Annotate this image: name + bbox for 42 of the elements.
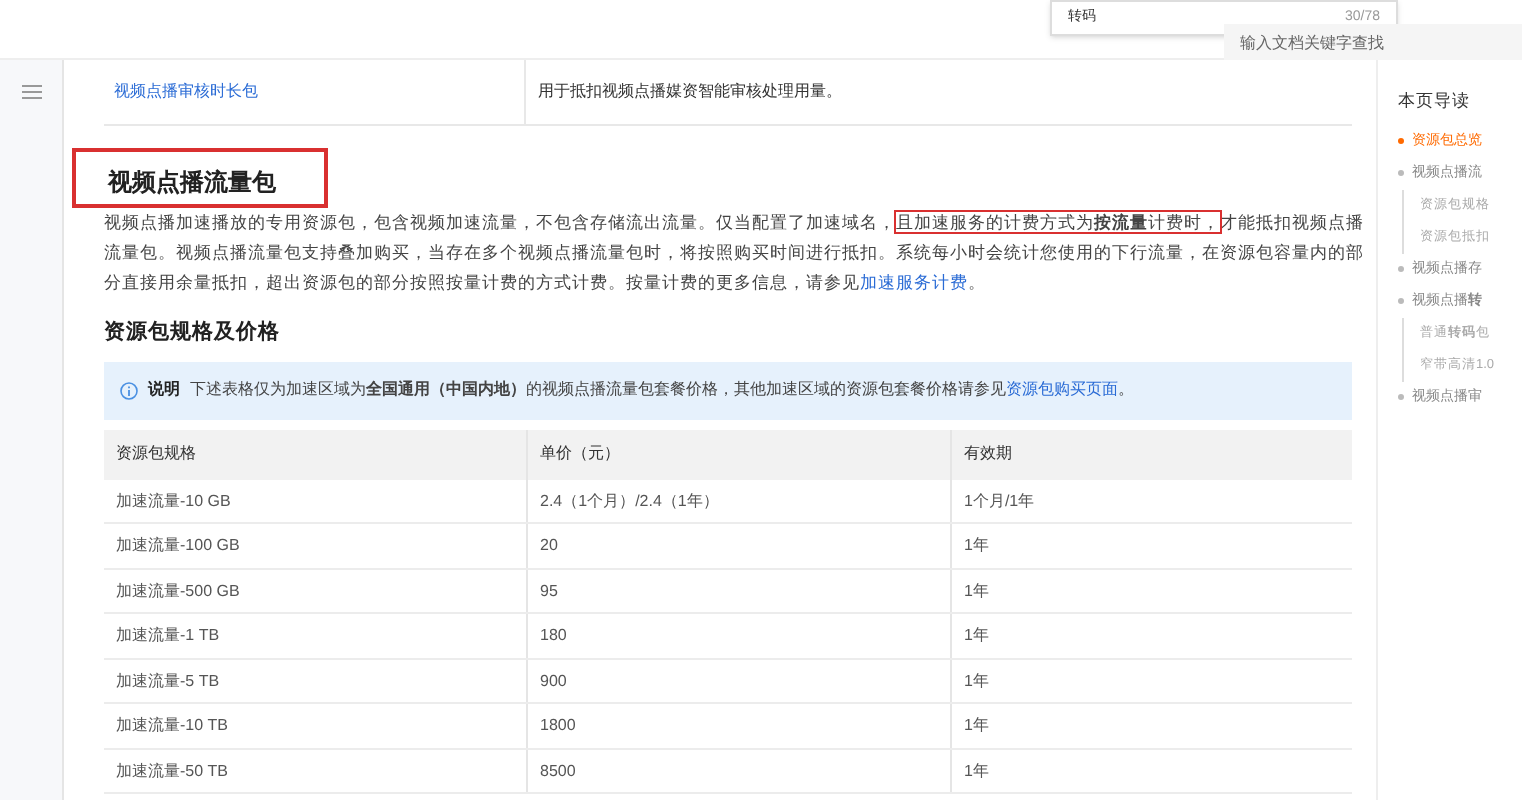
info-icon	[120, 381, 138, 400]
table-cell: 加速流量-1 TB	[104, 614, 528, 658]
bullet-icon	[1398, 394, 1404, 401]
note-label: 说明	[148, 378, 180, 403]
annotation-box: 且加速服务的计费方式为按流量计费时，	[896, 212, 1220, 232]
table-cell: 加速流量-100 GB	[104, 524, 528, 568]
subsection-title: 资源包规格及价格	[104, 318, 282, 348]
menu-icon[interactable]	[21, 84, 41, 100]
table-cell: 加速流量-50 TB	[104, 749, 528, 793]
bullet-icon	[1398, 170, 1404, 177]
table-cell-text: 用于抵扣视频点播媒资智能审核处理用量。	[536, 80, 842, 104]
bullet-icon	[1398, 298, 1404, 305]
column-header: 资源包规格	[104, 429, 528, 480]
section-title: 视频点播流量包	[76, 152, 324, 204]
table-cell: 20	[528, 524, 952, 568]
table-cell: 1800	[528, 704, 952, 748]
table-cell-text: 1年	[962, 534, 991, 558]
table-cell-text: 1年	[962, 714, 991, 738]
table-cell: 8500	[528, 749, 952, 793]
pricing-link[interactable]: 加速服务计费	[860, 272, 968, 292]
search-field[interactable]: 输入文档关键字查找	[1224, 24, 1522, 60]
table-cell: 加速流量-500 GB	[104, 569, 528, 613]
table-cell-text: 1年	[962, 624, 991, 648]
table-cell[interactable]: 视频点播审核时长包	[104, 60, 526, 124]
table-cell: 2.4（1个月）/2.4（1年）	[528, 479, 952, 523]
column-header: 有效期	[962, 442, 1014, 467]
toc-title: 本页导读	[1398, 88, 1472, 114]
table-cell-text: 1年	[962, 579, 991, 603]
table-cell: 95	[528, 569, 952, 613]
table-cell-text: 1年	[962, 759, 991, 783]
column-header: 单价（元）	[528, 429, 952, 480]
table-cell: 加速流量-5 TB	[104, 659, 528, 703]
table-cell-text: 1年	[962, 669, 991, 693]
table-cell: 180	[528, 614, 952, 658]
bullet-icon	[1398, 266, 1404, 273]
table-cell: 900	[528, 659, 952, 703]
table-cell-text: 1个月/1年	[962, 489, 1037, 513]
table-cell: 加速流量-10 GB	[104, 479, 528, 523]
note-text: 下述表格仅为加速区域为全国通用（中国内地）的视频点播流量包套餐价格，其他加速区域的资源包套餐价格请参见资源包购买页面。	[190, 378, 1134, 403]
table-cell: 加速流量-10 TB	[104, 704, 528, 748]
bullet-icon	[1398, 138, 1404, 145]
purchase-link[interactable]: 资源包购买页面	[1006, 380, 1118, 399]
